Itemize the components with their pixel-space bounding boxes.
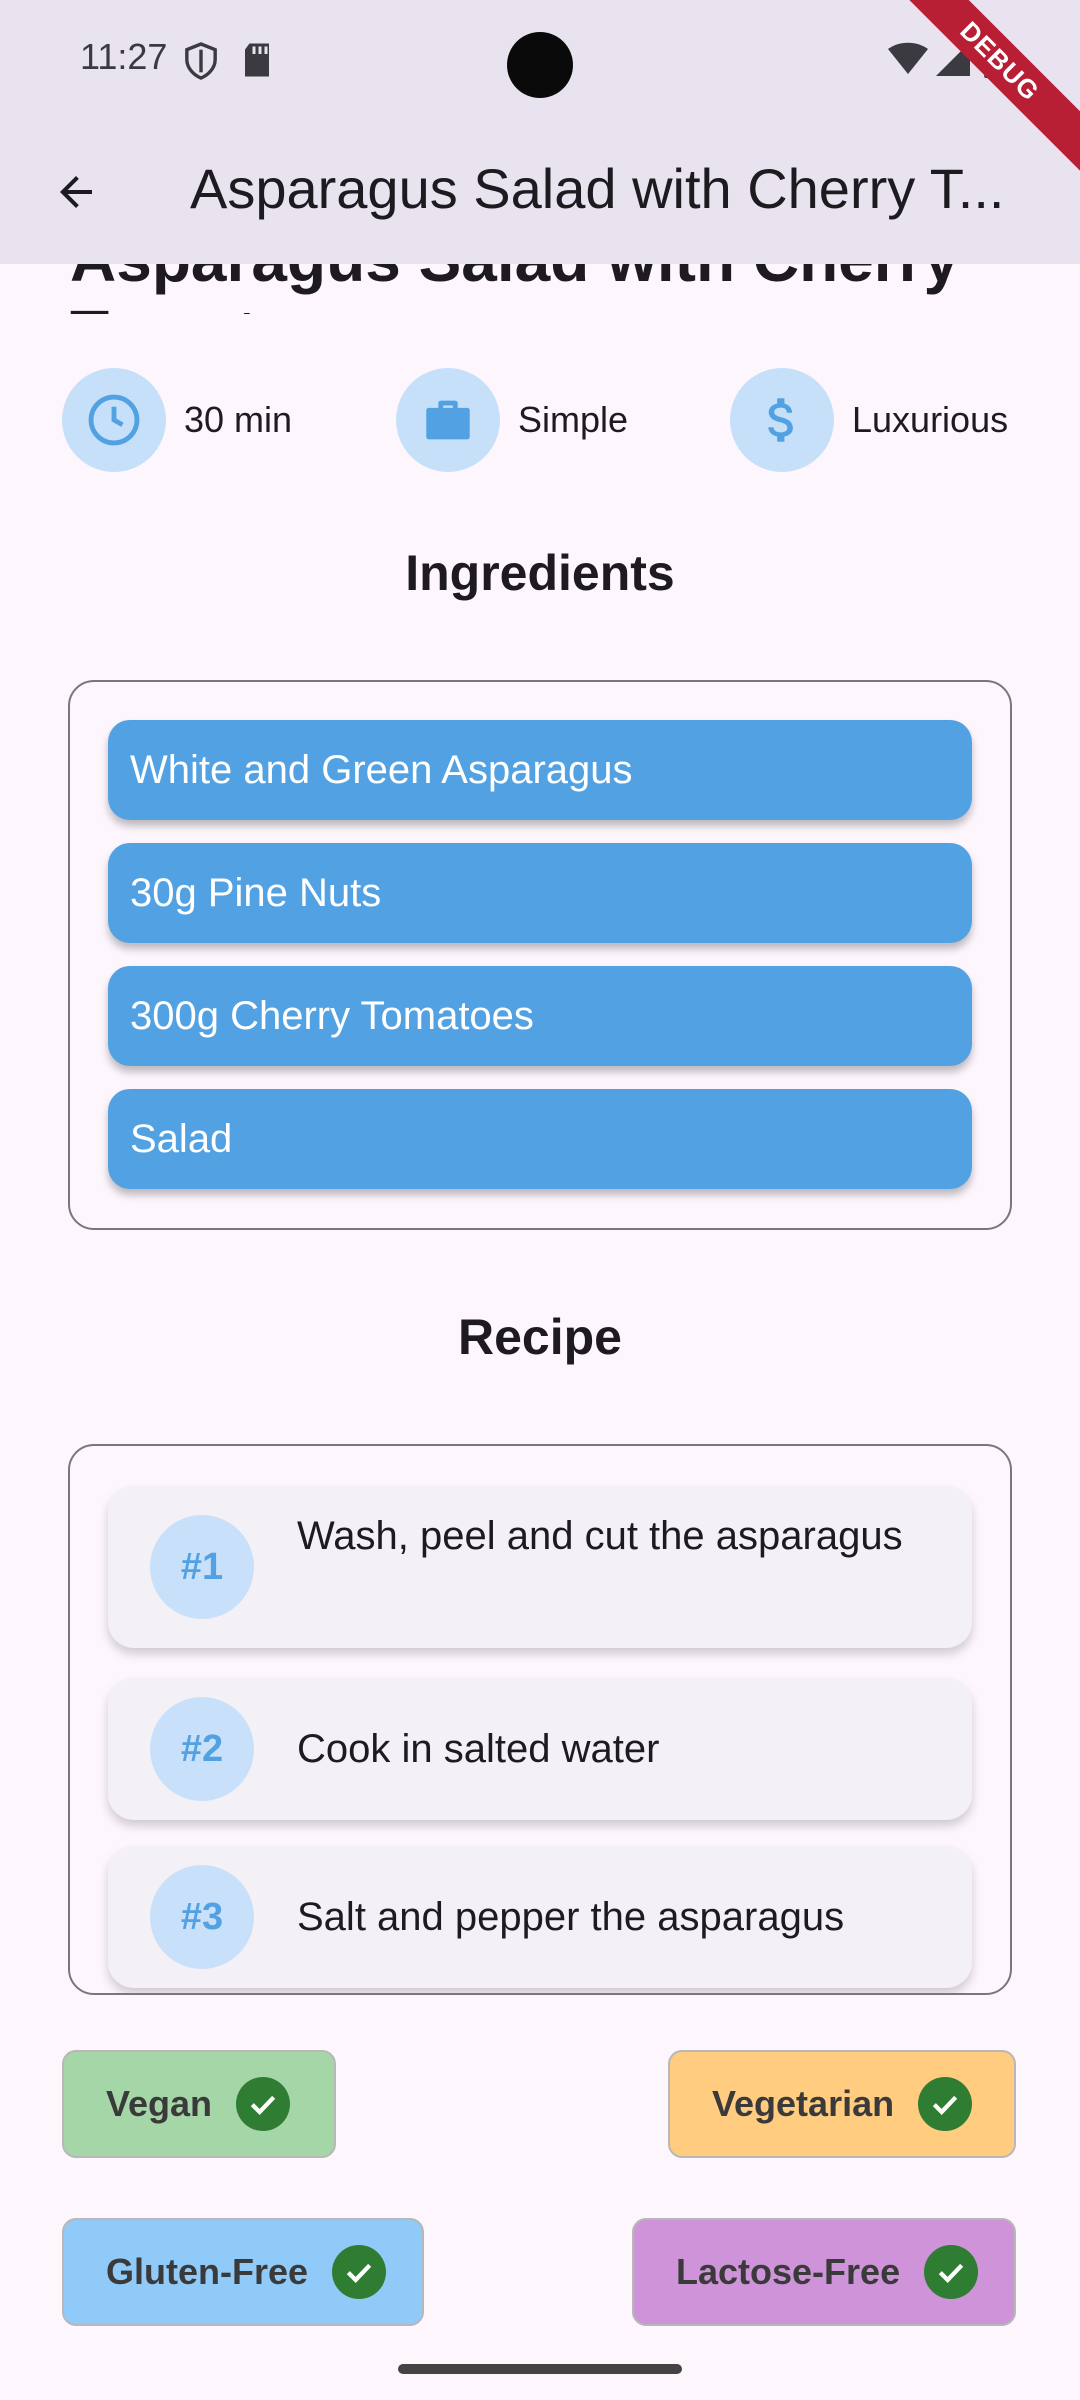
vegetarian-label: Vegetarian [712, 2083, 895, 2124]
app-bar: Asparagus Salad with Cherry T... [0, 120, 1080, 264]
complexity-icon-circle [396, 368, 500, 472]
status-time: 11:27 [80, 36, 168, 77]
duration-icon-circle [62, 368, 166, 472]
shield-icon [184, 42, 218, 85]
ingredient-item[interactable]: White and Green Asparagus [108, 720, 972, 820]
vegan-label: Vegan [106, 2083, 213, 2124]
step-number-badge: #3 [150, 1865, 254, 1969]
lactose-free-tag: Lactose-Free [632, 2218, 1016, 2326]
page-title: Asparagus Salad with Cherry T... [190, 157, 1005, 220]
affordability-icon-circle [730, 368, 834, 472]
step-number-badge: #2 [150, 1697, 254, 1801]
recipe-steps-list[interactable]: #1 Wash, peel and cut the asparagus #2 C… [68, 1444, 1012, 1995]
affordability-label: Luxurious [852, 399, 1009, 440]
dollar-icon [768, 398, 793, 442]
complexity-info: Simple [396, 368, 628, 472]
ingredient-item[interactable]: 30g Pine Nuts [108, 843, 972, 943]
arrow-back-icon [60, 176, 92, 208]
sd-card-icon [242, 42, 272, 83]
recipe-title-text: Asparagus Salad with Cherry Tomatoes [70, 264, 1080, 314]
back-button[interactable] [36, 152, 116, 232]
ingredients-list: White and Green Asparagus 30g Pine Nuts … [68, 680, 1012, 1230]
home-indicator[interactable] [398, 2364, 682, 2374]
briefcase-icon [426, 400, 470, 440]
check-circle-icon [918, 2077, 973, 2131]
gluten-free-label: Gluten-Free [106, 2251, 309, 2292]
vegetarian-tag: Vegetarian [668, 2050, 1016, 2158]
step-number-badge: #1 [150, 1515, 254, 1619]
complexity-label: Simple [518, 399, 629, 440]
recipe-step[interactable]: #2 Cook in salted water [108, 1678, 972, 1820]
duration-label: 30 min [184, 399, 293, 440]
vegan-tag: Vegan [62, 2050, 336, 2158]
check-circle-icon [236, 2077, 291, 2131]
lactose-free-label: Lactose-Free [676, 2251, 901, 2292]
ingredients-heading: Ingredients [405, 545, 675, 601]
top-bar: 11:27 DEBUG Asparagus Salad with Cherry … [0, 0, 1080, 264]
step-text: Wash, peel and cut the asparagus [297, 1514, 903, 1558]
recipe-heading: Recipe [458, 1309, 622, 1365]
recipe-step[interactable]: #1 Wash, peel and cut the asparagus [108, 1486, 972, 1648]
ingredient-item[interactable]: 300g Cherry Tomatoes [108, 966, 972, 1066]
recipe-title-peek: Asparagus Salad with Cherry Tomatoes [0, 264, 1080, 314]
duration-info: 30 min [62, 368, 292, 472]
ingredient-item[interactable]: Salad [108, 1089, 972, 1189]
clock-icon [88, 394, 140, 446]
step-text: Cook in salted water [297, 1727, 660, 1771]
camera-cutout [507, 32, 573, 98]
wifi-icon [888, 42, 928, 81]
check-circle-icon [924, 2245, 979, 2299]
check-circle-icon [332, 2245, 387, 2299]
affordability-info: Luxurious [730, 368, 1008, 472]
status-bar: 11:27 [0, 0, 1080, 120]
recipe-step[interactable]: #3 Salt and pepper the asparagus [108, 1846, 972, 1988]
step-text: Salt and pepper the asparagus [297, 1895, 845, 1939]
gluten-free-tag: Gluten-Free [62, 2218, 424, 2326]
